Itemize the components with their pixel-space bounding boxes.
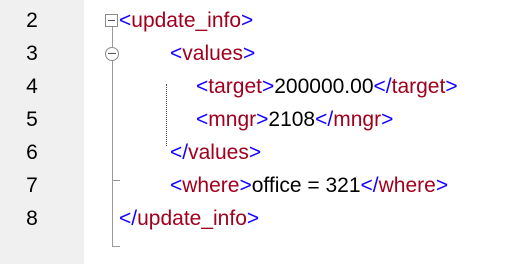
- fold-end-tick: [112, 180, 120, 181]
- fold-guide-line: [112, 27, 113, 47]
- xml-bracket: >: [381, 108, 394, 131]
- code-line[interactable]: <target>200000.00</target>: [196, 70, 458, 103]
- indent-guide: [166, 84, 167, 146]
- fold-end-tick: [112, 246, 120, 247]
- code-line[interactable]: <where>office = 321</where>: [170, 169, 448, 202]
- line-number: 4: [26, 75, 38, 98]
- line-number: 5: [26, 108, 38, 131]
- xml-bracket: <: [170, 42, 183, 65]
- xml-bracket: >: [239, 174, 252, 197]
- line-number: 3: [26, 42, 38, 65]
- xml-tag-name: update_info: [137, 207, 247, 230]
- xml-bracket: >: [261, 75, 275, 98]
- xml-bracket: <: [170, 174, 183, 197]
- xml-tag-name: values: [182, 42, 243, 65]
- fold-marker-icon[interactable]: [105, 47, 119, 61]
- line-number: 8: [26, 207, 38, 230]
- xml-text-value: 2108: [268, 108, 316, 131]
- fold-guide-line: [112, 61, 113, 246]
- line-number: 7: [26, 174, 38, 197]
- xml-bracket: >: [256, 108, 269, 131]
- xml-tag-name: mngr: [333, 108, 382, 131]
- xml-text-value: office = 321: [251, 174, 361, 197]
- xml-bracket: >: [435, 174, 449, 197]
- code-line[interactable]: </values>: [170, 136, 261, 169]
- code-line[interactable]: </update_info>: [119, 202, 259, 235]
- xml-tag-name: target: [208, 75, 262, 98]
- xml-tag-name: where: [182, 174, 240, 197]
- xml-tag-name: values: [188, 141, 249, 164]
- xml-bracket: <: [196, 75, 209, 98]
- code-line[interactable]: <mngr>2108</mngr>: [196, 103, 393, 136]
- xml-bracket: >: [246, 207, 260, 230]
- line-number: 6: [26, 141, 38, 164]
- xml-bracket: </: [373, 75, 392, 98]
- xml-bracket: </: [360, 174, 379, 197]
- xml-tag-name: where: [378, 174, 436, 197]
- xml-bracket: </: [315, 108, 334, 131]
- xml-bracket: <: [196, 108, 209, 131]
- code-line[interactable]: <update_info>: [119, 4, 253, 37]
- xml-bracket: </: [119, 207, 138, 230]
- xml-tag-name: target: [391, 75, 446, 98]
- code-line[interactable]: <values>: [170, 37, 255, 70]
- xml-bracket: >: [242, 42, 256, 65]
- xml-bracket: >: [241, 9, 254, 32]
- xml-tag-name: update_info: [131, 9, 242, 32]
- line-number: 2: [26, 9, 38, 32]
- xml-bracket: <: [119, 9, 132, 32]
- xml-text-value: 200000.00: [274, 75, 374, 98]
- xml-bracket: >: [445, 75, 458, 98]
- xml-bracket: >: [248, 141, 262, 164]
- xml-tag-name: mngr: [208, 108, 257, 131]
- fold-collapse-icon[interactable]: [105, 14, 118, 27]
- xml-bracket: </: [170, 141, 189, 164]
